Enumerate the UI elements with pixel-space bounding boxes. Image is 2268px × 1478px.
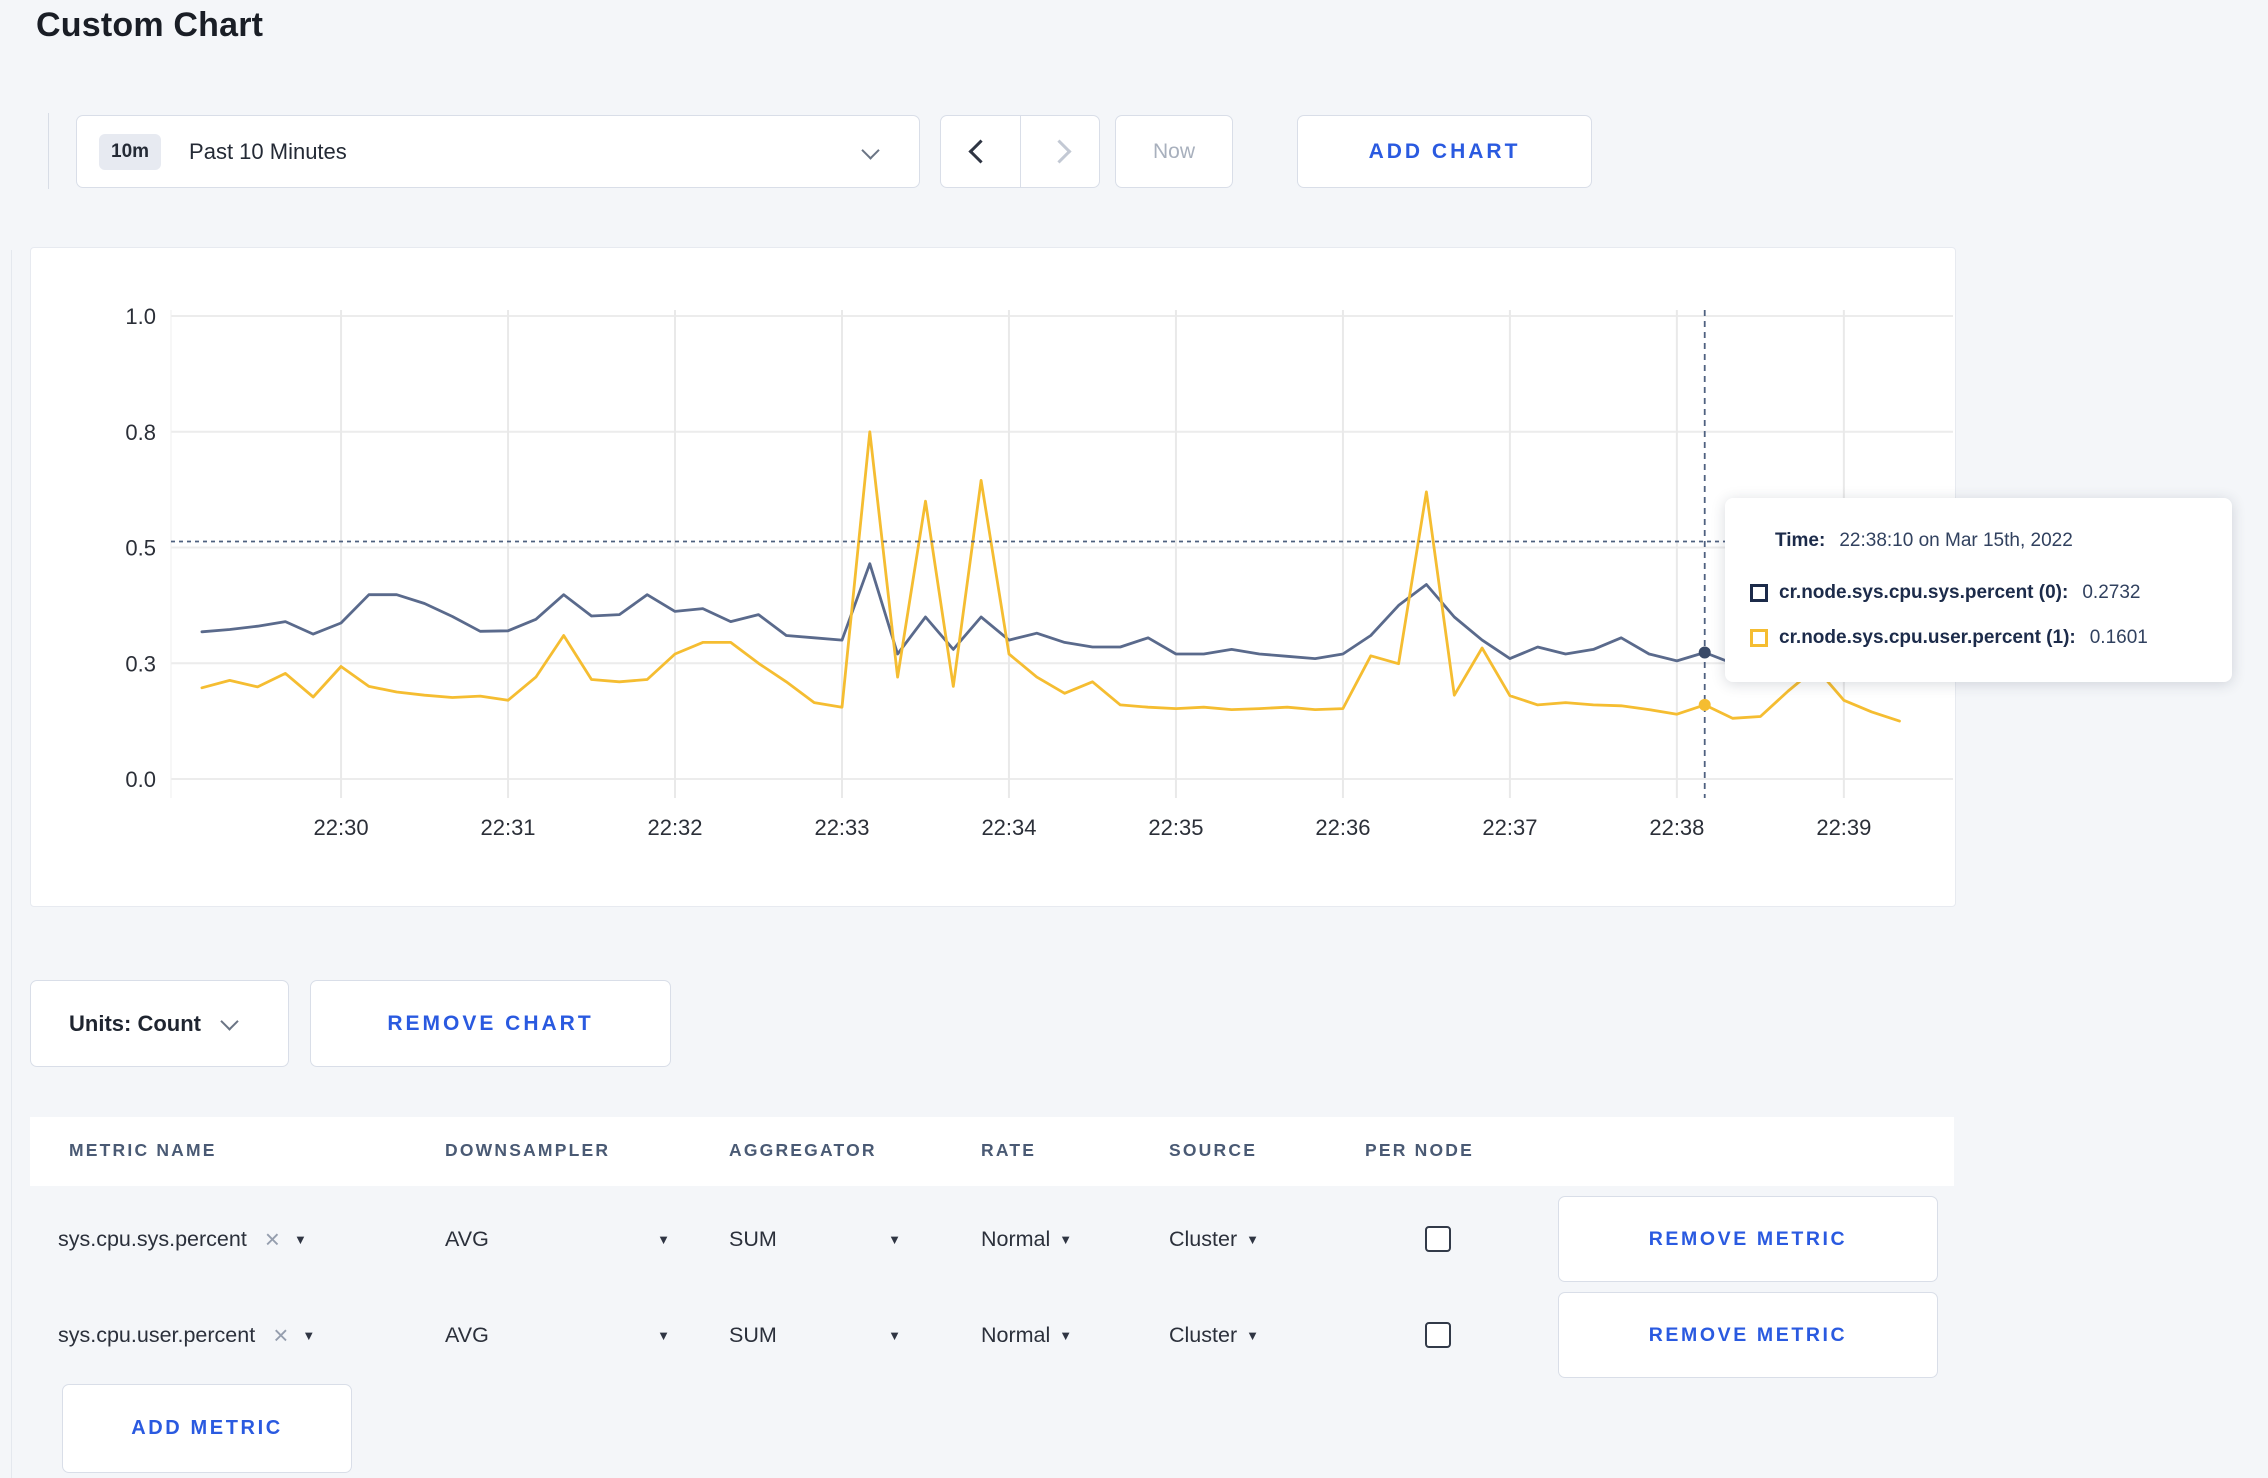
tooltip-time-value: 22:38:10 on Mar 15th, 2022 [1839, 530, 2073, 551]
svg-text:0.3: 0.3 [125, 651, 156, 676]
svg-text:22:30: 22:30 [314, 815, 369, 840]
svg-text:1.0: 1.0 [125, 304, 156, 329]
metrics-table-header: METRIC NAME DOWNSAMPLER AGGREGATOR RATE … [30, 1117, 1954, 1186]
svg-text:22:36: 22:36 [1315, 815, 1370, 840]
tooltip-series-name: cr.node.sys.cpu.sys.percent (0): [1779, 582, 2069, 603]
svg-text:22:33: 22:33 [814, 815, 869, 840]
chevron-left-icon [968, 139, 993, 164]
aggregator-select[interactable]: SUM ▼ [729, 1196, 901, 1282]
metric-name-select[interactable]: sys.cpu.user.percent × ▼ [58, 1292, 315, 1378]
caret-down-icon: ▼ [293, 1231, 307, 1247]
tooltip-series-row: cr.node.sys.cpu.user.percent (1): 0.1601 [1750, 627, 2148, 649]
aggregator-value: SUM [729, 1226, 777, 1251]
units-select[interactable]: Units: Count [30, 980, 289, 1067]
clear-metric-icon[interactable]: × [273, 1322, 288, 1348]
chart-tooltip: Time: 22:38:10 on Mar 15th, 2022 cr.node… [1725, 498, 2232, 682]
caret-down-icon: ▼ [888, 1231, 901, 1247]
svg-text:22:32: 22:32 [647, 815, 702, 840]
tooltip-series-value: 0.1601 [2089, 627, 2148, 648]
caret-down-icon: ▼ [657, 1327, 670, 1343]
remove-metric-button[interactable]: REMOVE METRIC [1558, 1292, 1938, 1378]
caret-down-icon: ▼ [1059, 1231, 1073, 1247]
tooltip-series-name: cr.node.sys.cpu.user.percent (1): [1779, 627, 2076, 648]
sys-series-swatch-icon [1750, 584, 1768, 602]
caret-down-icon: ▼ [1059, 1327, 1073, 1343]
svg-text:0.5: 0.5 [125, 536, 156, 561]
caret-down-icon: ▼ [657, 1231, 670, 1247]
time-range-label: Past 10 Minutes [189, 138, 347, 164]
units-label: Units: Count [69, 1010, 201, 1036]
metric-row: sys.cpu.user.percent × ▼ AVG ▼ SUM ▼ Nor… [30, 1292, 1954, 1378]
time-range-select[interactable]: 10m Past 10 Minutes [76, 115, 920, 188]
remove-metric-button[interactable]: REMOVE METRIC [1558, 1196, 1938, 1282]
clear-metric-icon[interactable]: × [265, 1226, 280, 1252]
next-interval-button[interactable] [1021, 116, 1100, 187]
add-metric-button[interactable]: ADD METRIC [62, 1384, 352, 1473]
per-node-checkbox[interactable] [1425, 1226, 1451, 1252]
caret-down-icon: ▼ [302, 1327, 316, 1343]
downsampler-value: AVG [445, 1322, 489, 1347]
page-title: Custom Chart [36, 6, 264, 44]
tooltip-time-label: Time: [1775, 530, 1826, 551]
chevron-down-icon [861, 141, 880, 160]
aggregator-value: SUM [729, 1322, 777, 1347]
svg-text:0.8: 0.8 [125, 420, 156, 445]
metric-name-value: sys.cpu.user.percent [58, 1322, 256, 1347]
chart-plot[interactable]: 0.0 0.3 0.5 0.8 1.0 22:30 22:31 22:32 22:33 22:34… [31, 248, 1953, 904]
add-chart-button[interactable]: ADD CHART [1297, 115, 1592, 188]
column-header-per-node: PER NODE [1365, 1140, 1475, 1160]
svg-text:22:39: 22:39 [1816, 815, 1871, 840]
prev-interval-button[interactable] [941, 116, 1020, 187]
downsampler-value: AVG [445, 1226, 489, 1251]
tooltip-series-row: cr.node.sys.cpu.sys.percent (0): 0.2732 [1750, 582, 2140, 604]
page-left-rule [11, 250, 12, 1478]
svg-text:0.0: 0.0 [125, 767, 156, 792]
metric-row: sys.cpu.sys.percent × ▼ AVG ▼ SUM ▼ Norm… [30, 1196, 1954, 1282]
source-value: Cluster [1169, 1226, 1238, 1251]
svg-text:22:37: 22:37 [1482, 815, 1537, 840]
metric-name-select[interactable]: sys.cpu.sys.percent × ▼ [58, 1196, 307, 1282]
caret-down-icon: ▼ [1246, 1327, 1259, 1343]
column-header-rate: RATE [981, 1140, 1037, 1160]
column-header-metric-name: METRIC NAME [69, 1140, 217, 1160]
chart-card: 0.0 0.3 0.5 0.8 1.0 22:30 22:31 22:32 22:33 22:34… [30, 247, 1956, 907]
rate-value: Normal [981, 1322, 1051, 1347]
caret-down-icon: ▼ [1246, 1231, 1259, 1247]
source-select[interactable]: Cluster ▼ [1169, 1292, 1259, 1378]
aggregator-select[interactable]: SUM ▼ [729, 1292, 901, 1378]
source-select[interactable]: Cluster ▼ [1169, 1196, 1259, 1282]
time-range-badge: 10m [99, 133, 162, 170]
tooltip-series-value: 0.2732 [2082, 582, 2141, 603]
remove-chart-button[interactable]: REMOVE CHART [310, 980, 671, 1067]
svg-text:22:31: 22:31 [480, 815, 535, 840]
now-button[interactable]: Now [1115, 115, 1233, 188]
svg-text:22:38: 22:38 [1649, 815, 1704, 840]
downsampler-select[interactable]: AVG ▼ [445, 1196, 670, 1282]
toolbar-divider [48, 113, 49, 189]
user-series-swatch-icon [1750, 629, 1768, 647]
svg-text:22:35: 22:35 [1148, 815, 1203, 840]
chevron-right-icon [1047, 139, 1072, 164]
downsampler-select[interactable]: AVG ▼ [445, 1292, 670, 1378]
chevron-down-icon [220, 1012, 239, 1031]
column-header-downsampler: DOWNSAMPLER [445, 1140, 611, 1160]
per-node-checkbox[interactable] [1425, 1322, 1451, 1348]
column-header-source: SOURCE [1169, 1140, 1258, 1160]
tooltip-time-row: Time: 22:38:10 on Mar 15th, 2022 [1775, 530, 2073, 552]
caret-down-icon: ▼ [888, 1327, 901, 1343]
rate-select[interactable]: Normal ▼ [981, 1292, 1072, 1378]
rate-select[interactable]: Normal ▼ [981, 1196, 1072, 1282]
column-header-aggregator: AGGREGATOR [729, 1140, 877, 1160]
metric-name-value: sys.cpu.sys.percent [58, 1226, 247, 1251]
svg-text:22:34: 22:34 [981, 815, 1036, 840]
source-value: Cluster [1169, 1322, 1238, 1347]
rate-value: Normal [981, 1226, 1051, 1251]
time-pager [940, 115, 1100, 188]
